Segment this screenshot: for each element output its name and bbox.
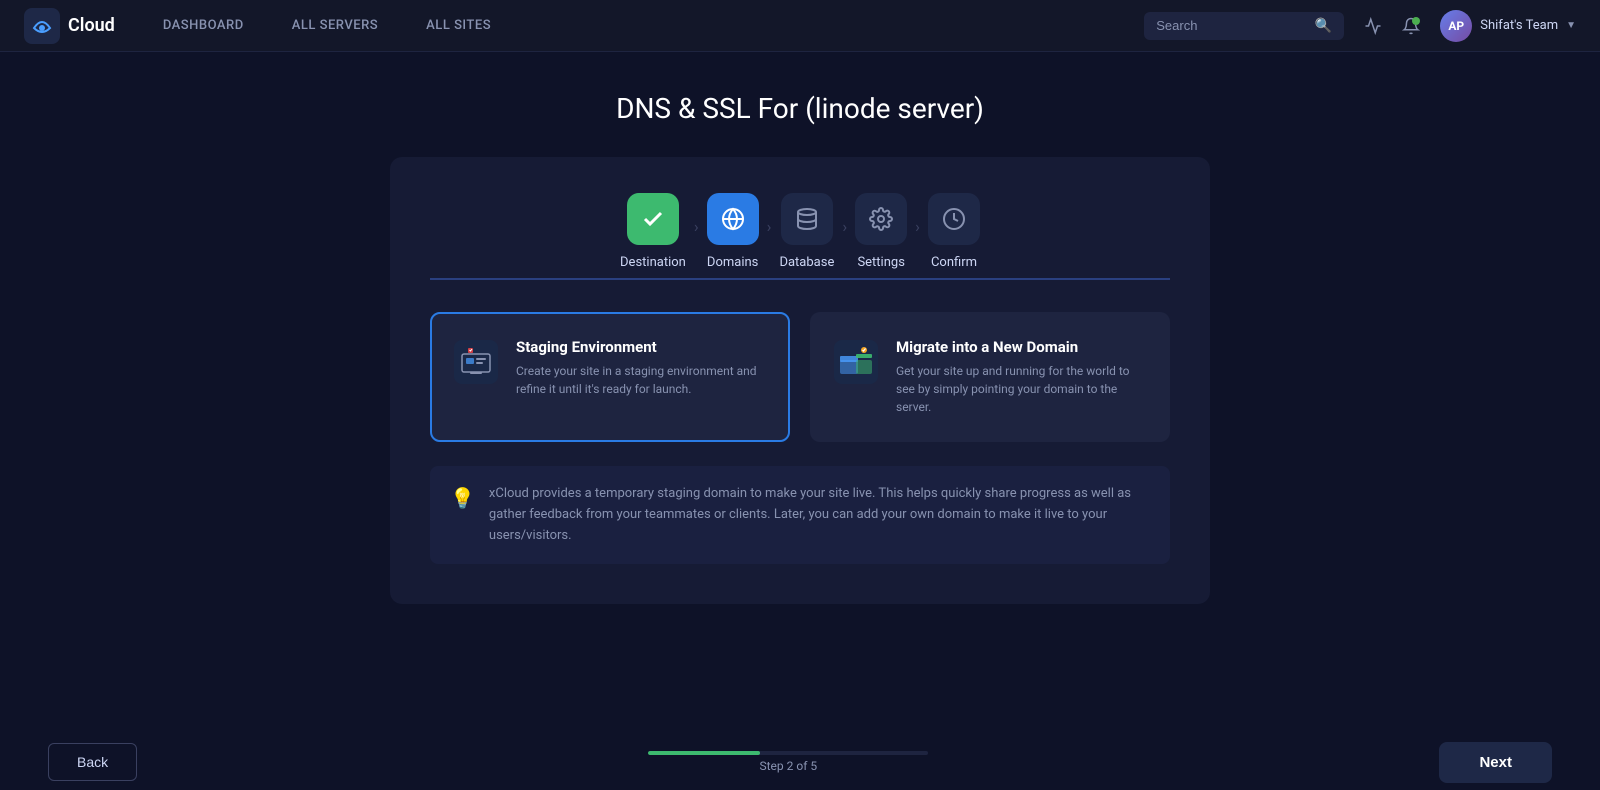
nav-all-servers[interactable]: ALL SERVERS <box>292 18 378 33</box>
page-title: DNS & SSL For (linode server) <box>616 92 984 125</box>
bell-notification-dot <box>1412 17 1420 25</box>
progress-bar-fill <box>648 751 760 755</box>
step-sep-3: › <box>834 193 855 236</box>
search-input[interactable] <box>1156 18 1307 33</box>
search-icon: 🔍 <box>1315 18 1332 34</box>
step-destination[interactable]: Destination <box>620 193 686 270</box>
search-box[interactable]: 🔍 <box>1144 12 1344 40</box>
step-destination-label: Destination <box>620 255 686 270</box>
staging-content: Staging Environment Create your site in … <box>516 338 768 398</box>
info-box: 💡 xCloud provides a temporary staging do… <box>430 466 1170 564</box>
step-sep-4: › <box>907 193 928 236</box>
step-database-icon <box>781 193 833 245</box>
step-sep-1: › <box>686 193 707 236</box>
step-domains-icon <box>707 193 759 245</box>
step-sep-2: › <box>759 193 780 236</box>
step-settings-icon <box>855 193 907 245</box>
step-progress: Step 2 of 5 <box>648 751 928 773</box>
next-button[interactable]: Next <box>1439 742 1552 783</box>
step-confirm[interactable]: Confirm <box>928 193 980 270</box>
nav-dashboard[interactable]: DASHBOARD <box>163 18 244 33</box>
step-domains-label: Domains <box>707 255 758 270</box>
step-settings[interactable]: Settings <box>855 193 907 270</box>
nav-links: DASHBOARD ALL SERVERS ALL SITES <box>163 18 1144 33</box>
main-content: DNS & SSL For (linode server) Destinatio… <box>0 52 1600 604</box>
step-destination-icon <box>627 193 679 245</box>
step-confirm-icon <box>928 193 980 245</box>
progress-bar-track <box>648 751 928 755</box>
new-domain-content: Migrate into a New Domain Get your site … <box>896 338 1148 416</box>
navbar: Cloud DASHBOARD ALL SERVERS ALL SITES 🔍 … <box>0 0 1600 52</box>
new-domain-description: Get your site up and running for the wor… <box>896 362 1148 416</box>
user-name: Shifat's Team <box>1480 18 1558 33</box>
logo-text: Cloud <box>68 15 115 36</box>
staging-icon <box>452 338 500 386</box>
option-staging[interactable]: Staging Environment Create your site in … <box>430 312 790 442</box>
steps-underline <box>430 278 1170 280</box>
info-icon: 💡 <box>450 486 475 510</box>
staging-description: Create your site in a staging environmen… <box>516 362 768 398</box>
option-cards: Staging Environment Create your site in … <box>430 312 1170 442</box>
activity-icon[interactable] <box>1364 17 1382 35</box>
step-database-label: Database <box>779 255 834 270</box>
wizard-card: Destination › Domains › <box>390 157 1210 604</box>
new-domain-icon <box>832 338 880 386</box>
step-database[interactable]: Database <box>779 193 834 270</box>
bottom-bar: Back Step 2 of 5 Next <box>0 734 1600 790</box>
logo[interactable]: Cloud <box>24 8 115 44</box>
navbar-right: 🔍 AP Shifat's Team ▼ <box>1144 10 1576 42</box>
user-menu[interactable]: AP Shifat's Team ▼ <box>1440 10 1576 42</box>
info-text: xCloud provides a temporary staging doma… <box>489 484 1150 546</box>
bell-icon[interactable] <box>1402 17 1420 35</box>
chevron-down-icon: ▼ <box>1566 20 1576 31</box>
wizard-steps: Destination › Domains › <box>430 193 1170 270</box>
step-settings-label: Settings <box>857 255 904 270</box>
step-confirm-label: Confirm <box>931 255 977 270</box>
step-count-label: Step 2 of 5 <box>760 759 818 773</box>
back-button[interactable]: Back <box>48 743 137 781</box>
avatar: AP <box>1440 10 1472 42</box>
staging-title: Staging Environment <box>516 338 768 356</box>
new-domain-title: Migrate into a New Domain <box>896 338 1148 356</box>
option-new-domain[interactable]: Migrate into a New Domain Get your site … <box>810 312 1170 442</box>
step-domains[interactable]: Domains <box>707 193 759 270</box>
nav-all-sites[interactable]: ALL SITES <box>426 18 491 33</box>
